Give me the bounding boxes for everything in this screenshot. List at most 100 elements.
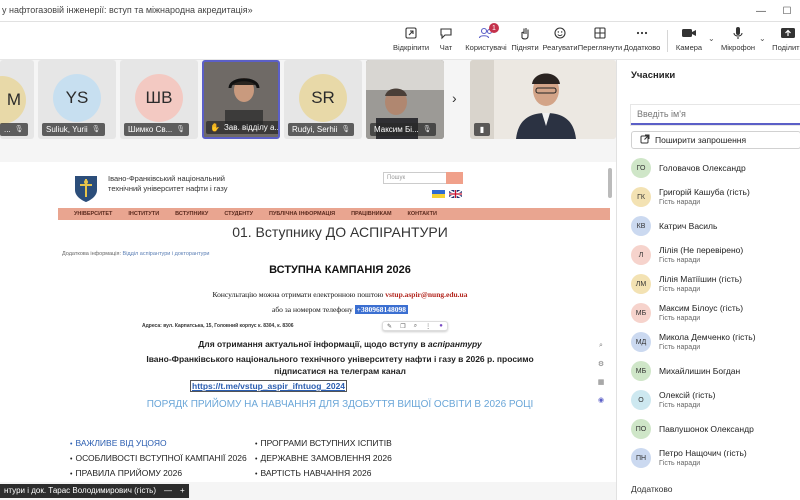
mic-off-icon: 🎙 [91,126,101,133]
department-link[interactable]: Відділ аспірантури і докторантури [123,251,210,257]
participant-row[interactable]: КВ Катрич Василь [631,212,800,242]
participant-name-tag: ✋ Зав. відділу а... [206,121,278,134]
participant-video [222,68,266,128]
share-icon [778,24,798,42]
participant-tile[interactable]: ШВ Шимко Св... 🎙 [120,60,198,139]
copy-icon[interactable]: ❐ [400,323,405,330]
university-line: Івано-Франківського національного техніч… [146,354,534,364]
participant-row[interactable]: ПО Павлушонок Олександр [631,415,800,445]
maximize-icon[interactable]: ☐ [774,0,800,22]
link-exam-programs[interactable]: • ПРОГРАМИ ВСТУПНИХ ІСПИТІВ [255,438,392,448]
toolbar-divider [667,30,668,52]
link-rules[interactable]: • ПРАВИЛА ПРИЙОМУ 2026 [70,468,182,478]
participant-role: Гість наради [659,402,701,409]
participant-row[interactable]: ГО Головачов Олександр [631,154,800,184]
signal-icon: ▮ [474,123,490,136]
participant-name-tag: Максим Бі... 🎙 [370,123,436,136]
additional-info: Додаткова інформація: Відділ аспірантури… [62,251,210,257]
participant-row[interactable]: МД Микола Демченко (гість) Гість наради [631,328,800,358]
participant-role: Гість наради [659,257,701,264]
consult-line: Консультацію можна отримати електронною … [212,290,468,299]
meeting-toolbar: Відкріпити Чат 1 Користувачі Підняти Реа… [0,22,800,60]
panel-title: Учасники [631,70,676,81]
copilot-icon[interactable]: ◉ [594,396,608,404]
more-icon[interactable]: ⋮ [425,323,431,330]
avatar: M [0,76,26,124]
participant-name: Максим Білоус (гість) [659,303,744,313]
link-state-order[interactable]: • ДЕРЖАВНЕ ЗАМОВЛЕННЯ 2026 [255,453,392,463]
email-link[interactable]: vstup.aspir@nung.edu.ua [385,290,467,299]
link-features[interactable]: • ОСОБЛИВОСТІ ВСТУПНОЇ КАМПАНІЇ 2026 [70,453,247,463]
participant-tile-speaking[interactable]: ✋ Зав. відділу а... [202,60,280,139]
view-button[interactable]: Переглянути [578,24,622,58]
participant-role: Гість наради [659,286,701,293]
participant-tile[interactable]: Максим Бі... 🎙 [366,60,444,139]
participant-name: Павлушонок Олександр [659,424,754,434]
link-important[interactable]: • ВАЖЛИВЕ ВІД УЦОЯО [70,438,167,448]
participant-row[interactable]: ПН Петро Нащочич (гість) Гість наради [631,444,800,474]
participant-name: Микола Демченко (гість) [659,332,756,342]
unpin-button[interactable]: Відкріпити [393,24,429,58]
admission-order-heading[interactable]: ПОРЯДК ПРИЙОМУ НА НАВЧАННЯ ДЛЯ ЗДОБУТТЯ … [70,399,610,410]
camera-options-chevron-icon[interactable]: ⌄ [708,34,715,43]
people-icon: 1 [476,23,499,42]
camera-button[interactable]: Камера [676,24,702,58]
mic-off-icon: 🎙 [341,126,351,133]
next-page-chevron-icon[interactable]: › [452,90,457,106]
link-cost[interactable]: • ВАРТІСТЬ НАВЧАННЯ 2026 [255,468,371,478]
search-icon[interactable]: ⌕ [594,342,608,350]
search-icon[interactable]: ⌕ [414,323,417,330]
presenter-bar: нтури і док. Тарас Володимирович (гість)… [0,484,189,498]
participant-tile[interactable]: M ... 🎙 [0,60,34,139]
participant-tile[interactable]: SR Rudyi, Serhii 🎙 [284,60,362,139]
copilot-icon[interactable]: ● [439,323,443,329]
avatar: ГК [631,187,651,207]
subscribe-line: підписатися на телеграм канал [274,366,406,376]
participant-row[interactable]: О Олексій (гість) Гість наради [631,386,800,416]
participant-row[interactable]: ЛМ Лілія Матіїшин (гість) Гість наради [631,270,800,300]
share-invite-icon [640,134,650,146]
phone-number-selected[interactable]: +380968148098 [354,305,408,314]
view-icon [590,24,610,42]
highlight-icon[interactable]: ✎ [387,323,392,330]
avatar: МБ [631,361,651,381]
participant-name: Петро Нащочич (гість) [659,448,747,458]
chat-button[interactable]: Чат [436,24,456,58]
participant-row[interactable]: Л Лілія (Не перевірено) Гість наради [631,241,800,271]
participant-row[interactable]: МБ Максим Білоус (гість) Гість наради [631,299,800,329]
telegram-link[interactable]: https://t.me/vstup_aspir_ifntuog_2024 [190,380,348,392]
participant-row[interactable]: МБ Михайлишин Богдан [631,357,800,387]
settings-icon[interactable]: ⚙ [594,360,608,368]
participant-role: Гість наради [659,199,701,206]
participant-row[interactable]: ГК Григорій Кашуба (гість) Гість наради [631,183,800,213]
meeting-title: у нафтогазовій інженерії: вступ та міжна… [2,5,253,15]
people-button[interactable]: 1 Користувачі [465,23,507,58]
avatar: МД [631,332,651,352]
participant-tile[interactable]: YS Suliuk, Yurii 🎙 [38,60,116,139]
avatar: SR [299,74,347,122]
more-section-label[interactable]: Додатково [631,484,672,494]
participant-tile-large[interactable]: ▮ [470,60,616,139]
add-icon[interactable]: + [180,484,185,498]
minimize-icon[interactable]: — [164,484,172,498]
participant-role: Гість наради [659,315,701,322]
page-scrollbar[interactable] [608,168,612,198]
browser-side-icons: ⌕ ⚙ ▦ ◉ [594,342,608,414]
share-button[interactable]: Поділити [772,24,800,58]
avatar: КВ [631,216,651,236]
microphone-options-chevron-icon[interactable]: ⌄ [759,34,766,43]
more-button[interactable]: Додатково [624,24,660,58]
share-invite-button[interactable]: Поширити запрошення [631,131,800,149]
participants-badge: 1 [489,23,499,33]
react-icon [550,24,570,42]
raise-hand-button[interactable]: Підняти [511,24,539,58]
react-button[interactable]: Реагувати [542,24,578,58]
participant-search-input[interactable]: Введіть ім'я [631,105,800,125]
campaign-heading: ВСТУПНА КАМПАНІЯ 2026 [269,264,411,276]
mic-off-icon: 🎙 [176,126,186,133]
participant-name-tag: Suliuk, Yurii 🎙 [42,123,105,136]
minimize-icon[interactable]: — [748,0,774,22]
page-title: 01. Вступнику ДО АСПІРАНТУРИ [232,224,448,240]
extensions-icon[interactable]: ▦ [594,378,608,386]
microphone-button[interactable]: Мікрофон [720,24,756,58]
